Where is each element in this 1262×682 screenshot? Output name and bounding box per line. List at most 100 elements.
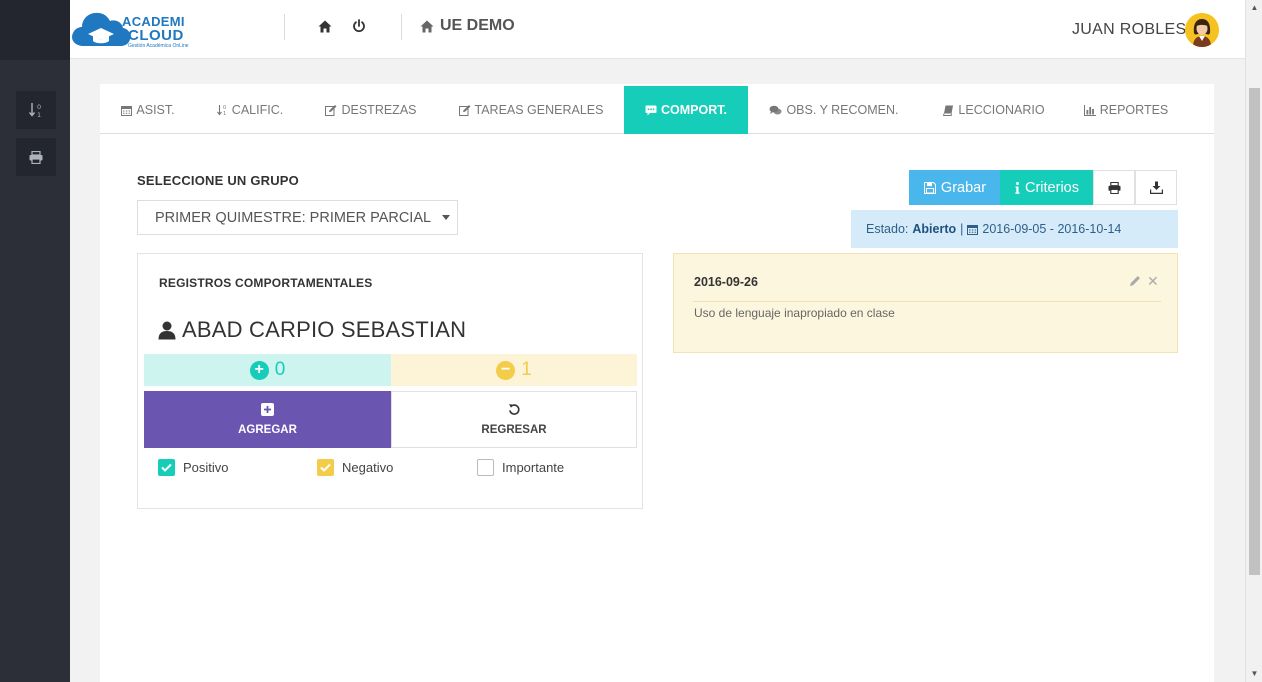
behavior-note-card: 2016-09-26 ✕ Uso de lenguaje inapropiado… [673, 253, 1178, 353]
user-avatar-icon [1185, 13, 1219, 47]
user-name[interactable]: JUAN ROBLES [1072, 21, 1186, 39]
criteria-button[interactable]: Criterios [1000, 170, 1094, 205]
tab-destrezas[interactable]: Destrezas [304, 86, 438, 134]
comments-icon [769, 105, 782, 114]
download-icon [1149, 181, 1163, 194]
tab-label: Destrezas [341, 103, 417, 117]
minus-circle-icon: − [496, 360, 516, 380]
note-date: 2016-09-26 [694, 275, 758, 289]
tab-calificaciones[interactable]: 01 Calific. [196, 86, 304, 134]
svg-text:1: 1 [223, 111, 226, 116]
power-icon [353, 19, 365, 33]
sort-numeric-button[interactable]: 01 [16, 91, 56, 129]
logo-line2: CLOUD [128, 27, 184, 44]
tab-leccionario[interactable]: Leccionario [920, 86, 1068, 134]
top-header: ACADEMI CLOUD Gestión Académica OnLine U… [70, 0, 1245, 59]
comment-icon [645, 105, 657, 115]
book-icon [943, 105, 954, 116]
edit-icon [458, 104, 470, 116]
checkbox-positivo[interactable]: Positivo [158, 459, 229, 476]
pencil-icon[interactable] [1129, 275, 1141, 287]
plus-circle-icon: + [249, 360, 269, 380]
tab-observaciones[interactable]: Obs. y Recomen. [748, 86, 920, 134]
status-date-range: 2016-09-05 - 2016-10-14 [982, 222, 1122, 236]
scroll-down-arrow[interactable]: ▼ [1249, 668, 1260, 679]
criteria-label: Criterios [1025, 179, 1079, 196]
logo-tagline: Gestión Académica OnLine [128, 43, 189, 49]
left-sidebar: 01 [0, 0, 70, 682]
status-value: Abierto [912, 222, 957, 236]
sort-numeric-icon: 01 [216, 105, 226, 116]
tab-label: Reportes [1099, 103, 1169, 117]
checkbox-importante[interactable]: Importante [477, 459, 564, 476]
student-name: ABAD CARPIO SEBASTIAN [182, 317, 467, 342]
group-label: SELECCIONE UN GRUPO [137, 173, 299, 188]
note-divider [693, 301, 1161, 302]
avatar[interactable] [1185, 13, 1219, 47]
scroll-thumb[interactable] [1249, 88, 1260, 575]
academicloud-logo[interactable]: ACADEMI CLOUD Gestión Académica OnLine [70, 6, 200, 52]
scroll-up-arrow[interactable]: ▲ [1249, 2, 1260, 13]
download-button[interactable] [1135, 170, 1177, 205]
section-tabs: Asist. 01 Calific. Destrezas Tareas Gene… [100, 86, 1214, 134]
registros-panel: REGISTROS COMPORTAMENTALES ABAD CARPIO S… [137, 253, 643, 509]
tab-label: Tareas Generales [474, 103, 604, 117]
back-label: REGRESAR [481, 424, 547, 436]
tab-asistencia[interactable]: Asist. [100, 86, 196, 134]
close-icon[interactable]: ✕ [1147, 273, 1159, 290]
caret-down-icon [442, 215, 451, 220]
group-select[interactable]: PRIMER QUIMESTRE: PRIMER PARCIAL [137, 200, 458, 235]
logout-button[interactable] [349, 16, 369, 36]
tab-label: Leccionario [958, 103, 1045, 117]
home-icon [318, 20, 332, 32]
calendar-icon [121, 105, 133, 116]
tab-reportes[interactable]: Reportes [1068, 86, 1184, 134]
save-icon [923, 181, 936, 194]
home-button[interactable] [315, 16, 335, 36]
add-button[interactable]: AGREGAR [144, 391, 391, 448]
header-divider [284, 14, 285, 40]
check-icon [317, 459, 334, 476]
registros-title: REGISTROS COMPORTAMENTALES [159, 276, 373, 290]
header-divider [401, 14, 402, 40]
status-bar: Estado: Abierto | 2016-09-05 - 2016-10-1… [851, 210, 1178, 248]
user-icon [158, 321, 176, 339]
edit-icon [325, 104, 337, 116]
school-title: UE DEMO [420, 17, 515, 35]
note-text: Uso de lenguaje inapropiado en clase [694, 306, 895, 320]
print-side-button[interactable] [16, 138, 56, 176]
group-selected-value: PRIMER QUIMESTRE: PRIMER PARCIAL [155, 209, 432, 226]
checkbox-label: Positivo [183, 460, 229, 475]
status-prefix: Estado: [866, 222, 909, 236]
student-name-row: ABAD CARPIO SEBASTIAN [158, 317, 466, 343]
print-icon [1108, 181, 1120, 194]
sidebar-top-strip [0, 0, 70, 60]
tab-label: Asist. [136, 103, 175, 117]
tab-tareas-generales[interactable]: Tareas Generales [438, 86, 624, 134]
positive-count: + 0 [144, 354, 391, 386]
checkbox-label: Importante [502, 460, 565, 475]
sort-numeric-icon: 01 [29, 103, 41, 118]
svg-text:0: 0 [37, 103, 41, 111]
tab-label: Calific. [231, 103, 284, 117]
back-button[interactable]: REGRESAR [391, 391, 637, 448]
plus-square-icon [261, 403, 274, 416]
svg-text:1: 1 [37, 111, 41, 118]
check-icon [158, 459, 175, 476]
print-icon [29, 150, 43, 164]
info-icon [1015, 181, 1020, 194]
save-button[interactable]: Grabar [909, 170, 1001, 205]
add-label: AGREGAR [238, 424, 297, 436]
status-separator: | [960, 222, 964, 236]
page-scrollbar[interactable]: ▲ ▼ [1245, 0, 1262, 682]
main-panel: Asist. 01 Calific. Destrezas Tareas Gene… [100, 84, 1214, 682]
negative-count: − 1 [391, 354, 637, 386]
negative-count-value: 1 [521, 359, 532, 380]
tab-comportamiento[interactable]: Comport. [624, 86, 748, 134]
checkbox-label: Negativo [342, 460, 394, 475]
home-icon [420, 20, 434, 32]
print-button[interactable] [1093, 170, 1135, 205]
save-label: Grabar [940, 179, 987, 196]
checkbox-negativo[interactable]: Negativo [317, 459, 393, 476]
calendar-icon [967, 224, 979, 235]
